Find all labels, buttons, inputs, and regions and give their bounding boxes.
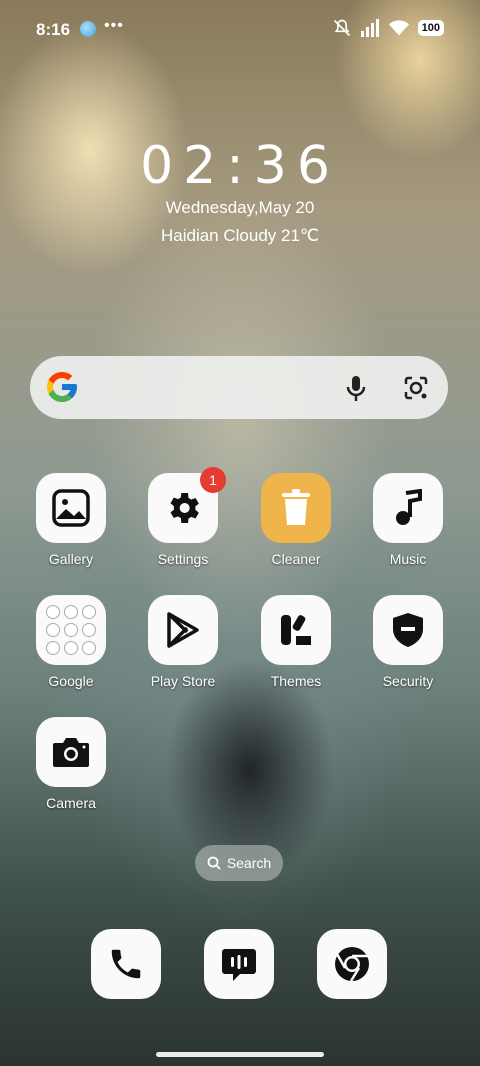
gear-icon: 1: [148, 467, 226, 543]
music-note-icon: [373, 473, 443, 543]
app-search-button[interactable]: Search: [195, 845, 283, 881]
app-label: Gallery: [48, 551, 94, 567]
clock-widget[interactable]: 02:36: [0, 136, 480, 196]
app-music[interactable]: Music: [358, 473, 458, 567]
messages-icon: [222, 949, 256, 981]
home-gesture-bar[interactable]: [156, 1052, 324, 1057]
app-security[interactable]: Security: [358, 595, 458, 689]
notification-badge: 1: [200, 467, 226, 493]
trash-icon: [261, 473, 331, 543]
status-time: 8:16: [36, 20, 71, 39]
app-camera[interactable]: Camera: [21, 717, 121, 811]
battery-icon: 100: [417, 20, 444, 36]
lens-icon[interactable]: [402, 374, 430, 402]
app-cleaner[interactable]: Cleaner: [246, 473, 346, 567]
assistant-mini-icon: [82, 605, 96, 619]
shield-icon: [373, 595, 443, 665]
pinwheel-mini-icon: [64, 641, 78, 655]
app-label: Themes: [270, 673, 322, 689]
drive-mini-icon: [64, 623, 78, 637]
more-notifications-indicator: •••: [104, 17, 124, 34]
play-store-icon: [148, 595, 218, 665]
phone-icon: [111, 949, 141, 979]
app-label: Cleaner: [271, 551, 321, 567]
meet-mini-icon: [82, 623, 96, 637]
app-google-folder[interactable]: Google: [21, 595, 121, 689]
date-label: Wednesday,May 20: [165, 198, 315, 217]
signal-icon: [360, 19, 379, 37]
app-play-store[interactable]: Play Store: [133, 595, 233, 689]
dock-messages[interactable]: [204, 929, 274, 999]
app-search-label: Search: [226, 855, 272, 871]
wifi-icon: [388, 20, 409, 36]
files-mini-icon: [82, 641, 96, 655]
app-settings[interactable]: 1 Settings: [133, 467, 233, 567]
themes-icon: [261, 595, 331, 665]
app-label: Music: [389, 551, 427, 567]
app-label: Camera: [46, 795, 96, 811]
google-folder-icon: [36, 595, 106, 665]
gmail-mini-icon: [64, 605, 78, 619]
gallery-icon: [36, 473, 106, 543]
status-bar: 8:16 ••• 100: [0, 0, 480, 60]
app-label: Settings: [157, 551, 209, 567]
google-logo-icon: [47, 372, 77, 402]
mute-icon: [333, 19, 350, 37]
dock-phone[interactable]: [91, 929, 161, 999]
google-mini-icon: [46, 605, 60, 619]
dock-chrome[interactable]: [317, 929, 387, 999]
youtube-mini-icon: [46, 623, 60, 637]
app-gallery[interactable]: Gallery: [21, 473, 121, 567]
camera-icon: [36, 717, 106, 787]
weather-label[interactable]: Haidian Cloudy 21℃: [0, 226, 480, 246]
chrome-icon: [335, 947, 369, 982]
app-themes[interactable]: Themes: [246, 595, 346, 689]
app-notification-icon: [80, 21, 96, 37]
app-label: Play Store: [150, 673, 216, 689]
google-search-bar[interactable]: [30, 356, 448, 419]
app-label: Google: [48, 673, 94, 689]
photos-mini-icon: [46, 641, 60, 655]
search-icon: [207, 856, 221, 870]
microphone-icon[interactable]: [346, 374, 366, 402]
app-label: Security: [382, 673, 434, 689]
